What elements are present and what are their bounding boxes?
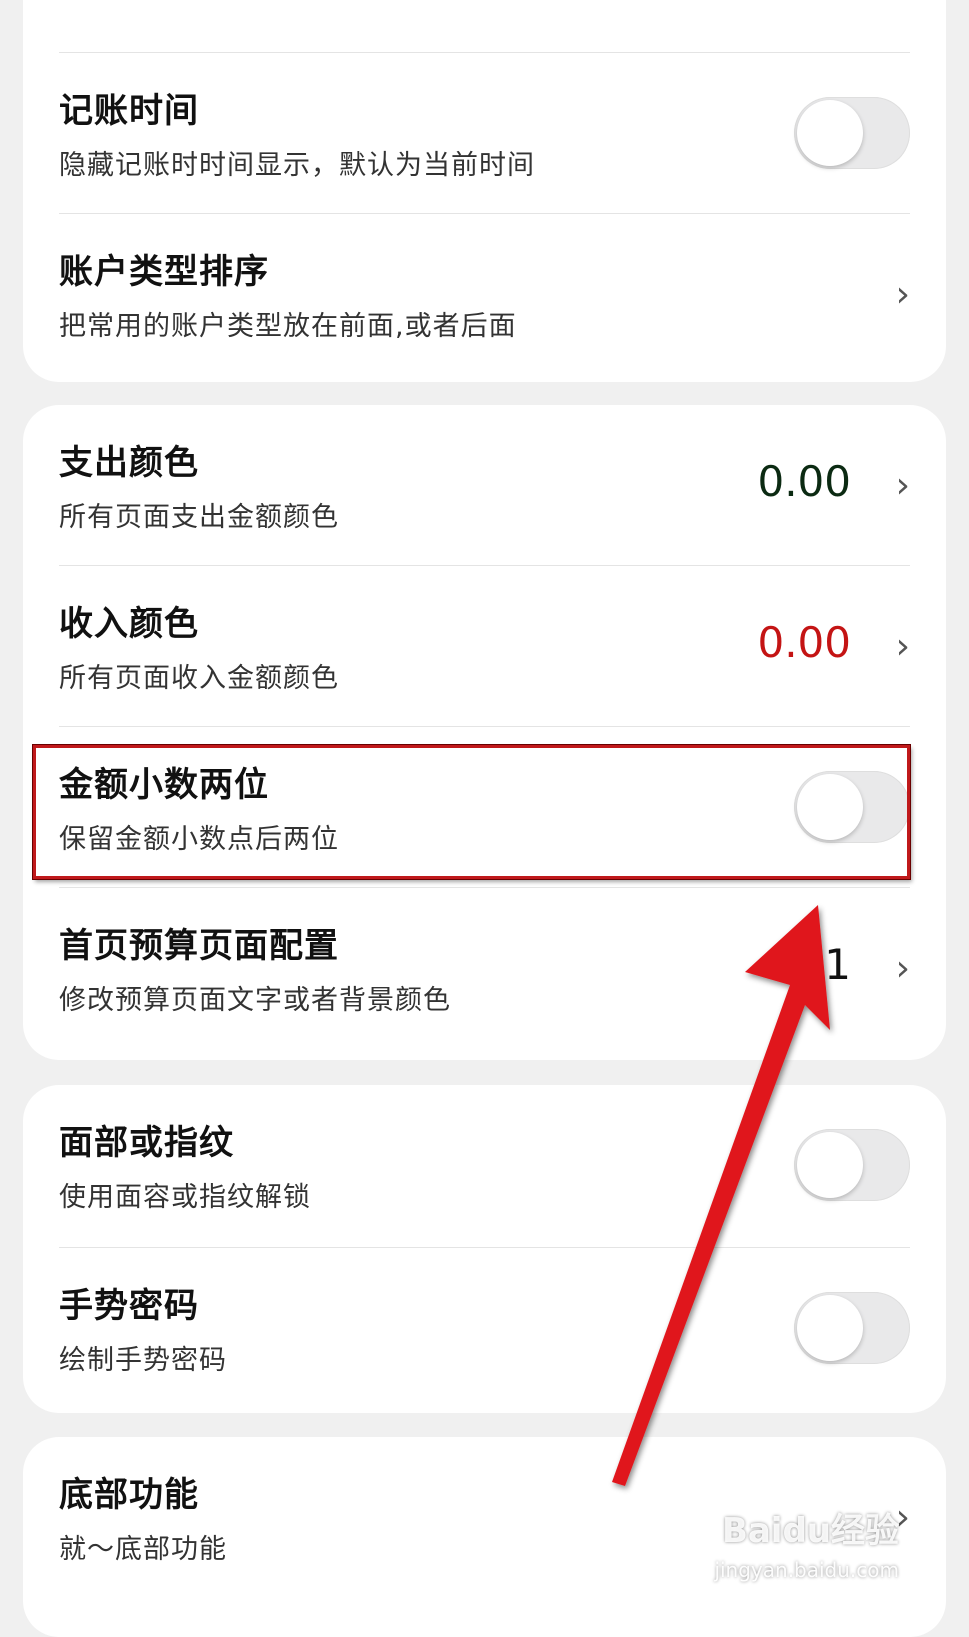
setting-biometric[interactable]: 面部或指纹 使用面容或指纹解锁 <box>23 1085 946 1249</box>
setting-description: 所有页面支出金额颜色 <box>59 502 339 533</box>
setting-title: 首页预算页面配置 <box>59 926 339 966</box>
setting-title: 面部或指纹 <box>59 1123 234 1163</box>
settings-card-display: 记账时间 隐藏记账时时间显示，默认为当前时间 账户类型排序 把常用的账户类型放在… <box>23 0 946 382</box>
setting-title: 账户类型排序 <box>59 252 269 292</box>
watermark-url: jingyan.baidu.com <box>714 1558 899 1582</box>
setting-bookkeeping-time[interactable]: 记账时间 隐藏记账时时间显示，默认为当前时间 <box>23 53 946 217</box>
setting-income-color[interactable]: 收入颜色 所有页面收入金额颜色 0.00 › <box>23 566 946 730</box>
setting-description: 绘制手势密码 <box>59 1345 227 1376</box>
settings-card-amount: 支出颜色 所有页面支出金额颜色 0.00 › 收入颜色 所有页面收入金额颜色 0… <box>23 405 946 1060</box>
chevron-right-icon: › <box>895 948 910 989</box>
setting-budget-config[interactable]: 首页预算页面配置 修改预算页面文字或者背景颜色 01 › <box>23 888 946 1052</box>
setting-description: 使用面容或指纹解锁 <box>59 1182 311 1213</box>
toggle-knob <box>797 1132 863 1198</box>
setting-description: 隐藏记账时时间显示，默认为当前时间 <box>59 150 535 181</box>
biometric-toggle[interactable] <box>794 1129 910 1201</box>
toggle-knob <box>797 774 863 840</box>
setting-description: 就～底部功能 <box>59 1534 227 1565</box>
bookkeeping-time-toggle[interactable] <box>794 97 910 169</box>
gesture-password-toggle[interactable] <box>794 1292 910 1364</box>
setting-description: 保留金额小数点后两位 <box>59 824 339 855</box>
settings-card-security: 面部或指纹 使用面容或指纹解锁 手势密码 绘制手势密码 <box>23 1085 946 1413</box>
setting-description: 把常用的账户类型放在前面,或者后面 <box>59 311 517 342</box>
budget-config-value: 01 <box>797 940 851 989</box>
two-decimals-toggle[interactable] <box>794 771 910 843</box>
income-color-preview: 0.00 <box>757 618 851 667</box>
toggle-knob <box>797 1295 863 1361</box>
setting-title: 收入颜色 <box>59 604 199 644</box>
setting-title: 手势密码 <box>59 1286 199 1326</box>
setting-gesture-password[interactable]: 手势密码 绘制手势密码 <box>23 1248 946 1412</box>
chevron-right-icon: › <box>895 465 910 506</box>
chevron-right-icon: › <box>895 274 910 315</box>
expense-color-preview: 0.00 <box>757 457 851 506</box>
setting-title: 记账时间 <box>59 91 199 131</box>
setting-two-decimals[interactable]: 金额小数两位 保留金额小数点后两位 <box>23 727 946 891</box>
setting-title: 支出颜色 <box>59 443 199 483</box>
setting-description: 所有页面收入金额颜色 <box>59 663 339 694</box>
setting-account-sort[interactable]: 账户类型排序 把常用的账户类型放在前面,或者后面 › <box>23 214 946 378</box>
setting-description: 修改预算页面文字或者背景颜色 <box>59 985 451 1016</box>
toggle-knob <box>797 100 863 166</box>
chevron-right-icon: › <box>895 626 910 667</box>
setting-title: 底部功能 <box>59 1475 199 1515</box>
setting-title: 金额小数两位 <box>59 765 269 805</box>
watermark-logo: Baidu经验 <box>721 1511 899 1551</box>
setting-expense-color[interactable]: 支出颜色 所有页面支出金额颜色 0.00 › <box>23 405 946 569</box>
